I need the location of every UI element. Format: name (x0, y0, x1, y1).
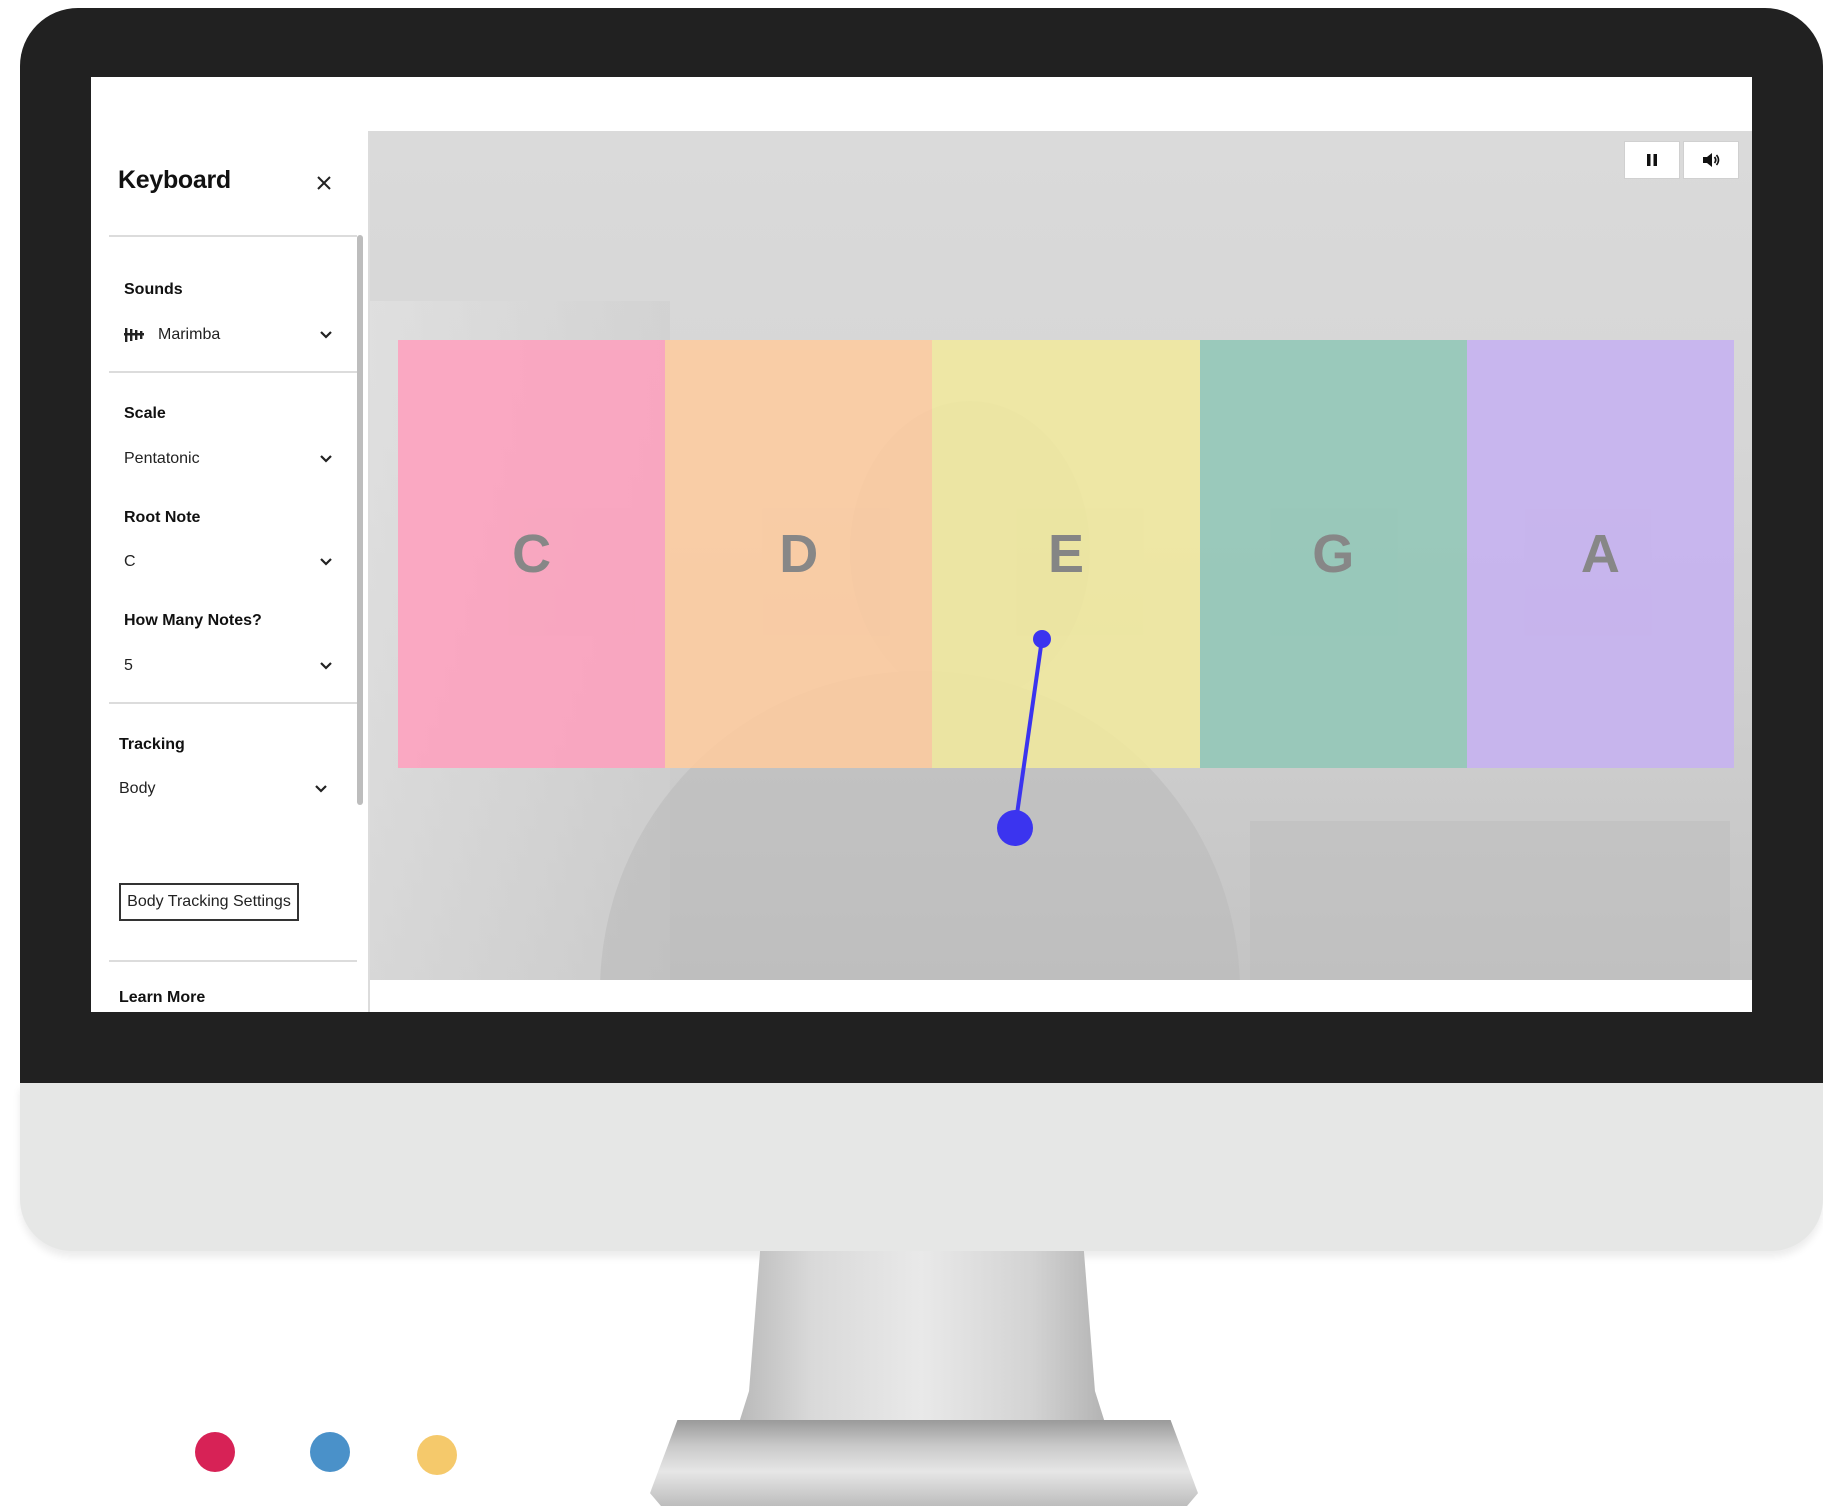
divider (109, 235, 357, 237)
divider (109, 371, 357, 373)
sounds-label: Sounds (124, 281, 183, 298)
note-count-select[interactable]: 5 (124, 651, 336, 681)
root-note-value: C (124, 553, 136, 570)
scale-label: Scale (124, 405, 166, 422)
pause-icon (1647, 154, 1657, 166)
tracker-line (1013, 638, 1044, 829)
close-button[interactable] (309, 167, 339, 197)
chevron-down-icon (320, 331, 332, 339)
tracking-value: Body (119, 780, 156, 797)
tracking-select[interactable]: Body (119, 774, 331, 804)
tracking-label: Tracking (119, 736, 185, 753)
chevron-down-icon (315, 785, 327, 793)
volume-button[interactable] (1683, 141, 1739, 179)
tracker-wrist-point (1033, 630, 1051, 648)
root-note-label: Root Note (124, 509, 201, 526)
pause-button[interactable] (1624, 141, 1680, 179)
marimba-icon (124, 328, 144, 342)
monitor-stand-base (650, 1420, 1198, 1506)
monitor-stand (738, 1251, 1106, 1426)
camera-view[interactable]: C D E G A (370, 131, 1752, 980)
sidebar-header: Keyboard (91, 131, 368, 235)
sounds-value: Marimba (158, 326, 221, 343)
tracker-elbow-point (997, 810, 1033, 846)
chevron-down-icon (320, 662, 332, 670)
chevron-down-icon (320, 455, 332, 463)
learn-more-link[interactable]: Learn More (119, 989, 205, 1007)
settings-sidebar: Keyboard Sounds Marimba Scale Pentatonic… (91, 131, 370, 1012)
monitor-chin (20, 1083, 1823, 1251)
scale-value: Pentatonic (124, 450, 200, 467)
root-note-select[interactable]: C (124, 547, 336, 577)
decor-dot-blue (310, 1432, 350, 1472)
chevron-down-icon (320, 558, 332, 566)
scale-select[interactable]: Pentatonic (124, 444, 336, 474)
close-icon (317, 176, 331, 190)
body-tracking-settings-button[interactable]: Body Tracking Settings (119, 883, 299, 921)
sidebar-title: Keyboard (118, 166, 231, 194)
decor-dot-yellow (417, 1435, 457, 1475)
sidebar-scrollbar[interactable] (357, 235, 363, 805)
divider (109, 702, 357, 704)
note-count-label: How Many Notes? (124, 612, 262, 629)
divider (109, 960, 357, 962)
body-tracker (997, 630, 1051, 846)
app-screen: Keyboard Sounds Marimba Scale Pentatonic… (91, 77, 1752, 1012)
note-count-value: 5 (124, 657, 133, 674)
sounds-select[interactable]: Marimba (124, 320, 336, 350)
decor-dot-red (195, 1432, 235, 1472)
volume-icon (1703, 153, 1720, 167)
